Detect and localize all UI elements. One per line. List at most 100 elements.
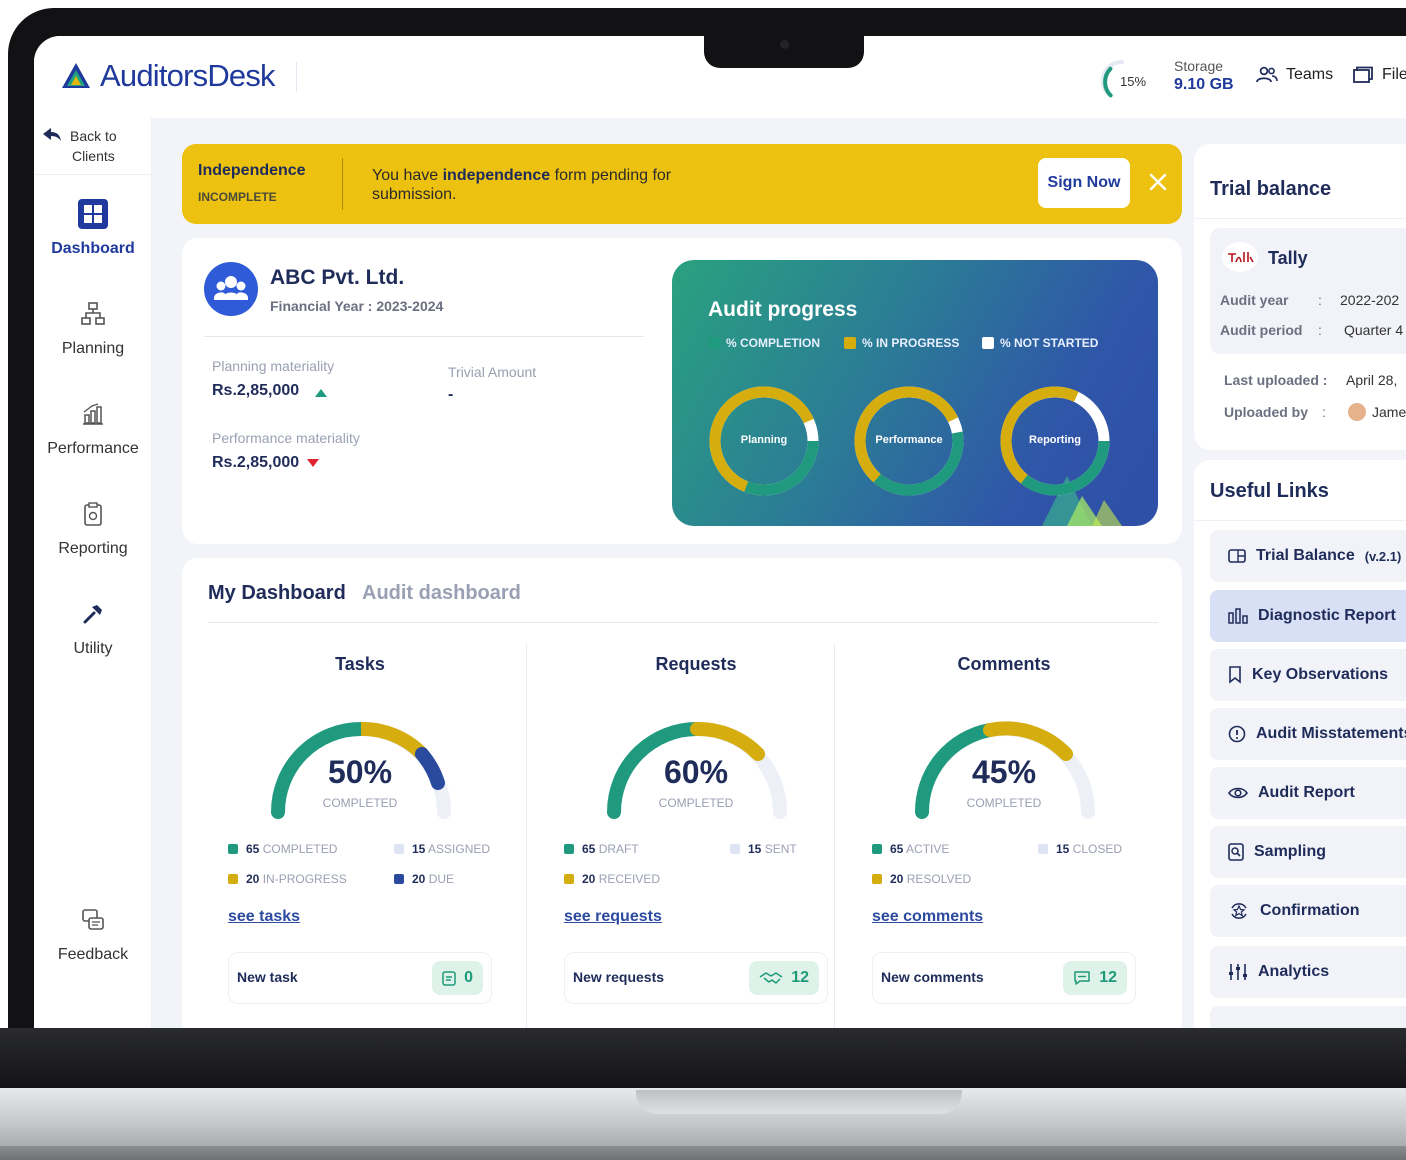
legend-due: 20 DUE [394, 872, 454, 886]
legend-count: 65 [890, 842, 904, 856]
row-label: Audit period [1220, 322, 1303, 338]
independence-banner: Independence INCOMPLETE You have indepen… [182, 144, 1182, 224]
legend-closed: 15 CLOSED [1038, 842, 1122, 856]
divider [342, 158, 343, 210]
audit-progress-card: Audit progress % COMPLETION % IN PROGRES… [672, 260, 1158, 526]
sidebar-item-label: Performance [47, 440, 139, 457]
handshake-icon [759, 972, 783, 984]
last-uploaded-row: Last uploaded : April 28, [1224, 372, 1397, 388]
sidebar-item-label: Utility [73, 640, 113, 657]
back-to-clients-link[interactable]: Back to Clients [42, 126, 117, 166]
divider [526, 644, 527, 1028]
legend-label: ACTIVE [906, 842, 950, 856]
sidebar-item-performance[interactable]: Performance [34, 398, 152, 458]
up-triangle-icon [315, 389, 327, 397]
gauge-percent: 45% [971, 754, 1037, 790]
link-analytics[interactable]: Analytics [1210, 946, 1406, 998]
new-comments-count-badge: 12 [1063, 961, 1127, 995]
link-label: Analytics [1258, 963, 1330, 980]
count-value: 12 [1099, 969, 1117, 986]
new-requests-row[interactable]: New requests 12 [564, 952, 828, 1004]
banner-message-bold: independence [442, 167, 551, 184]
legend-count: 15 [1056, 842, 1070, 856]
new-requests-label: New requests [573, 969, 665, 985]
count-value: 0 [464, 969, 473, 986]
link-audit-report[interactable]: Audit Report [1210, 767, 1406, 819]
new-comments-row[interactable]: New comments 12 [872, 952, 1136, 1004]
teams-link[interactable]: Teams [1256, 66, 1333, 84]
app-screen: AuditorsDesk 15% Storage 9.10 GB Teams F… [34, 36, 1406, 1028]
bookmark-icon [1229, 666, 1241, 684]
laptop-mockup: AuditorsDesk 15% Storage 9.10 GB Teams F… [0, 0, 1406, 1160]
link-diagnostic-report[interactable]: Diagnostic Report [1210, 590, 1406, 642]
legend-count: 20 [582, 872, 596, 886]
sidebar: Back to Clients Dashboard Planning Perfo… [34, 118, 152, 1028]
sidebar-item-label: Reporting [58, 540, 128, 557]
widget-title: Comments [957, 654, 1051, 674]
sidebar-item-utility[interactable]: Utility [34, 598, 152, 658]
sliders-icon [1229, 964, 1247, 980]
close-icon[interactable] [1144, 168, 1172, 196]
see-comments-link[interactable]: see comments [872, 908, 983, 926]
back-arrow-icon [43, 128, 61, 141]
requests-widget: Requests 60% COMPLETED 65 DRAFT 15 SENT … [544, 644, 848, 1028]
link-label: Trial Balance [1256, 547, 1355, 564]
tasks-widget: Tasks 50% COMPLETED 65 COMPLETED 15 ASSI… [208, 644, 512, 1028]
legend-resolved: 20 RESOLVED [872, 872, 971, 886]
see-tasks-link[interactable]: see tasks [228, 908, 300, 926]
legend-sent: 15 SENT [730, 842, 797, 856]
dashboard-card: My Dashboard Audit dashboard Tasks 50% C… [182, 558, 1182, 1028]
app-logo[interactable]: AuditorsDesk [60, 58, 276, 94]
link-sampling[interactable]: Sampling [1210, 826, 1406, 878]
sidebar-item-planning[interactable]: Planning [34, 298, 152, 358]
link-trial-balance[interactable]: Trial Balance (v.2.1) [1210, 530, 1406, 582]
row-label: Uploaded by [1224, 404, 1309, 420]
sidebar-item-dashboard[interactable]: Dashboard [34, 198, 152, 258]
link-key-observations[interactable]: Key Observations [1210, 649, 1406, 701]
tab-audit-dashboard[interactable]: Audit dashboard [362, 582, 521, 605]
legend-label: CLOSED [1072, 842, 1123, 856]
legend-label: DUE [428, 872, 455, 886]
row-value: Quarter 4 [1344, 322, 1404, 338]
feedback-icon [77, 904, 109, 936]
clipboard-icon [442, 971, 456, 986]
camera-notch [704, 36, 864, 68]
link-more[interactable] [1210, 1006, 1406, 1028]
sidebar-item-reporting[interactable]: Reporting [34, 498, 152, 558]
banner-title: Independence [198, 162, 306, 179]
legend-label: IN-PROGRESS [262, 872, 347, 886]
new-task-count-badge: 0 [432, 961, 483, 995]
legend-label: RESOLVED [906, 872, 972, 886]
client-summary-card: ABC Pvt. Ltd. Financial Year : 2023-2024… [182, 238, 1182, 544]
divider [1194, 520, 1406, 521]
legend-completed: 65 COMPLETED [228, 842, 337, 856]
see-requests-link[interactable]: see requests [564, 908, 662, 926]
new-task-label: New task [237, 969, 298, 985]
group-icon [214, 276, 248, 300]
legend-active: 65 ACTIVE [872, 842, 949, 856]
legend-count: 65 [246, 842, 260, 856]
progress-rings [709, 386, 1110, 496]
new-task-row[interactable]: New task 0 [228, 952, 492, 1004]
chart-icon [77, 398, 109, 430]
link-label: Audit Misstatements [1256, 725, 1406, 742]
link-audit-misstatements[interactable]: Audit Misstatements [1210, 708, 1406, 760]
client-name: ABC Pvt. Ltd. [270, 266, 405, 289]
sidebar-item-label: Dashboard [51, 240, 135, 257]
link-confirmation[interactable]: Confirmation [1210, 885, 1406, 937]
divider [208, 622, 1158, 623]
file-link[interactable]: File [1352, 66, 1406, 84]
storage-label: Storage [1174, 58, 1224, 74]
tab-my-dashboard[interactable]: My Dashboard [208, 582, 346, 605]
legend-count: 15 [748, 842, 762, 856]
teams-label: Teams [1286, 66, 1334, 83]
sidebar-item-feedback[interactable]: Feedback [34, 904, 152, 964]
laptop-hinge [0, 1028, 1406, 1092]
legend-count: 20 [890, 872, 904, 886]
row-label: Audit year [1220, 292, 1289, 308]
table-icon [1228, 549, 1246, 563]
app-name: AuditorsDesk [100, 58, 276, 93]
team-icon [1256, 66, 1278, 83]
sign-now-button[interactable]: Sign Now [1038, 158, 1130, 208]
audit-period-row: Audit period: Quarter 4 [1220, 322, 1404, 338]
